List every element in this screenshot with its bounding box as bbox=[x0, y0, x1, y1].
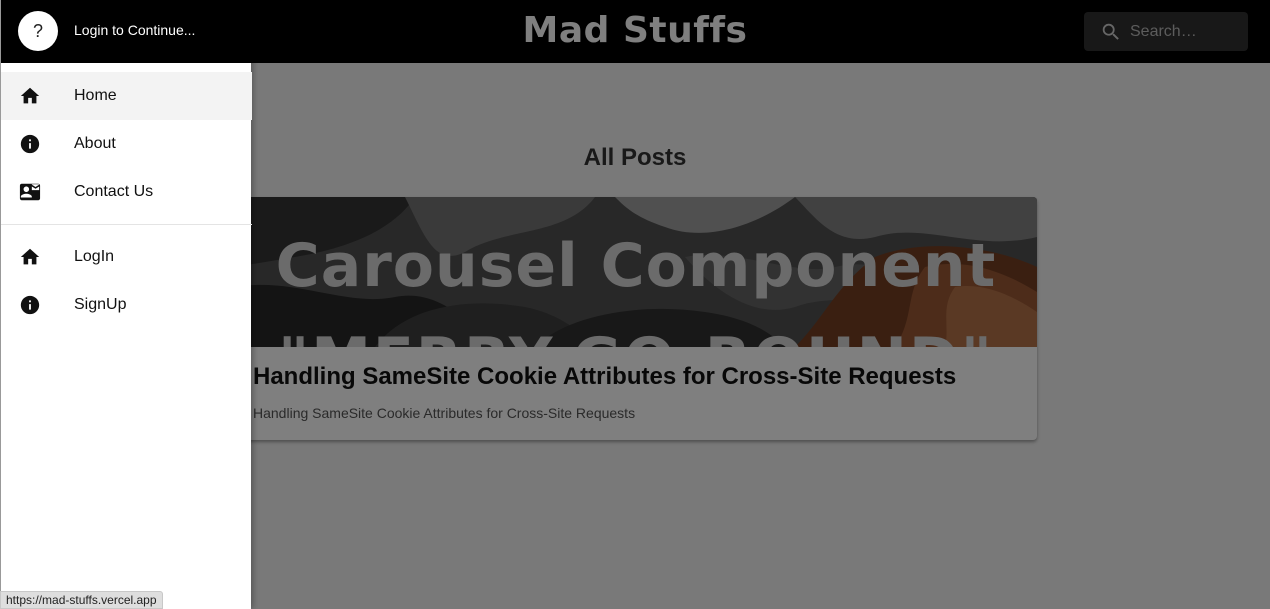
menu-item-login[interactable]: LogIn bbox=[1, 233, 252, 281]
info-icon bbox=[20, 134, 40, 154]
menu-item-label: Contact Us bbox=[74, 183, 154, 200]
menu-item-label: SignUp bbox=[74, 296, 127, 313]
contact-card-icon bbox=[19, 183, 41, 201]
menu-item-about[interactable]: About bbox=[1, 120, 252, 168]
menu-item-label: About bbox=[74, 135, 116, 152]
info-icon bbox=[20, 295, 40, 315]
primary-menu: Home About Contact Us bbox=[1, 72, 252, 216]
avatar[interactable]: ? bbox=[18, 11, 58, 51]
menu-item-label: Home bbox=[74, 87, 117, 104]
menu-item-contact-us[interactable]: Contact Us bbox=[1, 168, 252, 216]
status-bar-url: https://mad-stuffs.vercel.app bbox=[0, 591, 163, 609]
navigation-drawer: ? Login to Continue... Home About Contac… bbox=[0, 0, 252, 609]
home-icon bbox=[20, 248, 40, 265]
menu-divider bbox=[1, 224, 252, 225]
menu-item-label: LogIn bbox=[74, 248, 115, 265]
secondary-menu: LogIn SignUp bbox=[1, 233, 252, 329]
home-icon bbox=[20, 87, 40, 104]
menu-item-home[interactable]: Home bbox=[1, 72, 252, 120]
login-prompt[interactable]: Login to Continue... bbox=[74, 22, 195, 38]
menu-item-signup[interactable]: SignUp bbox=[1, 281, 252, 329]
drawer-header: ? Login to Continue... bbox=[1, 0, 252, 63]
